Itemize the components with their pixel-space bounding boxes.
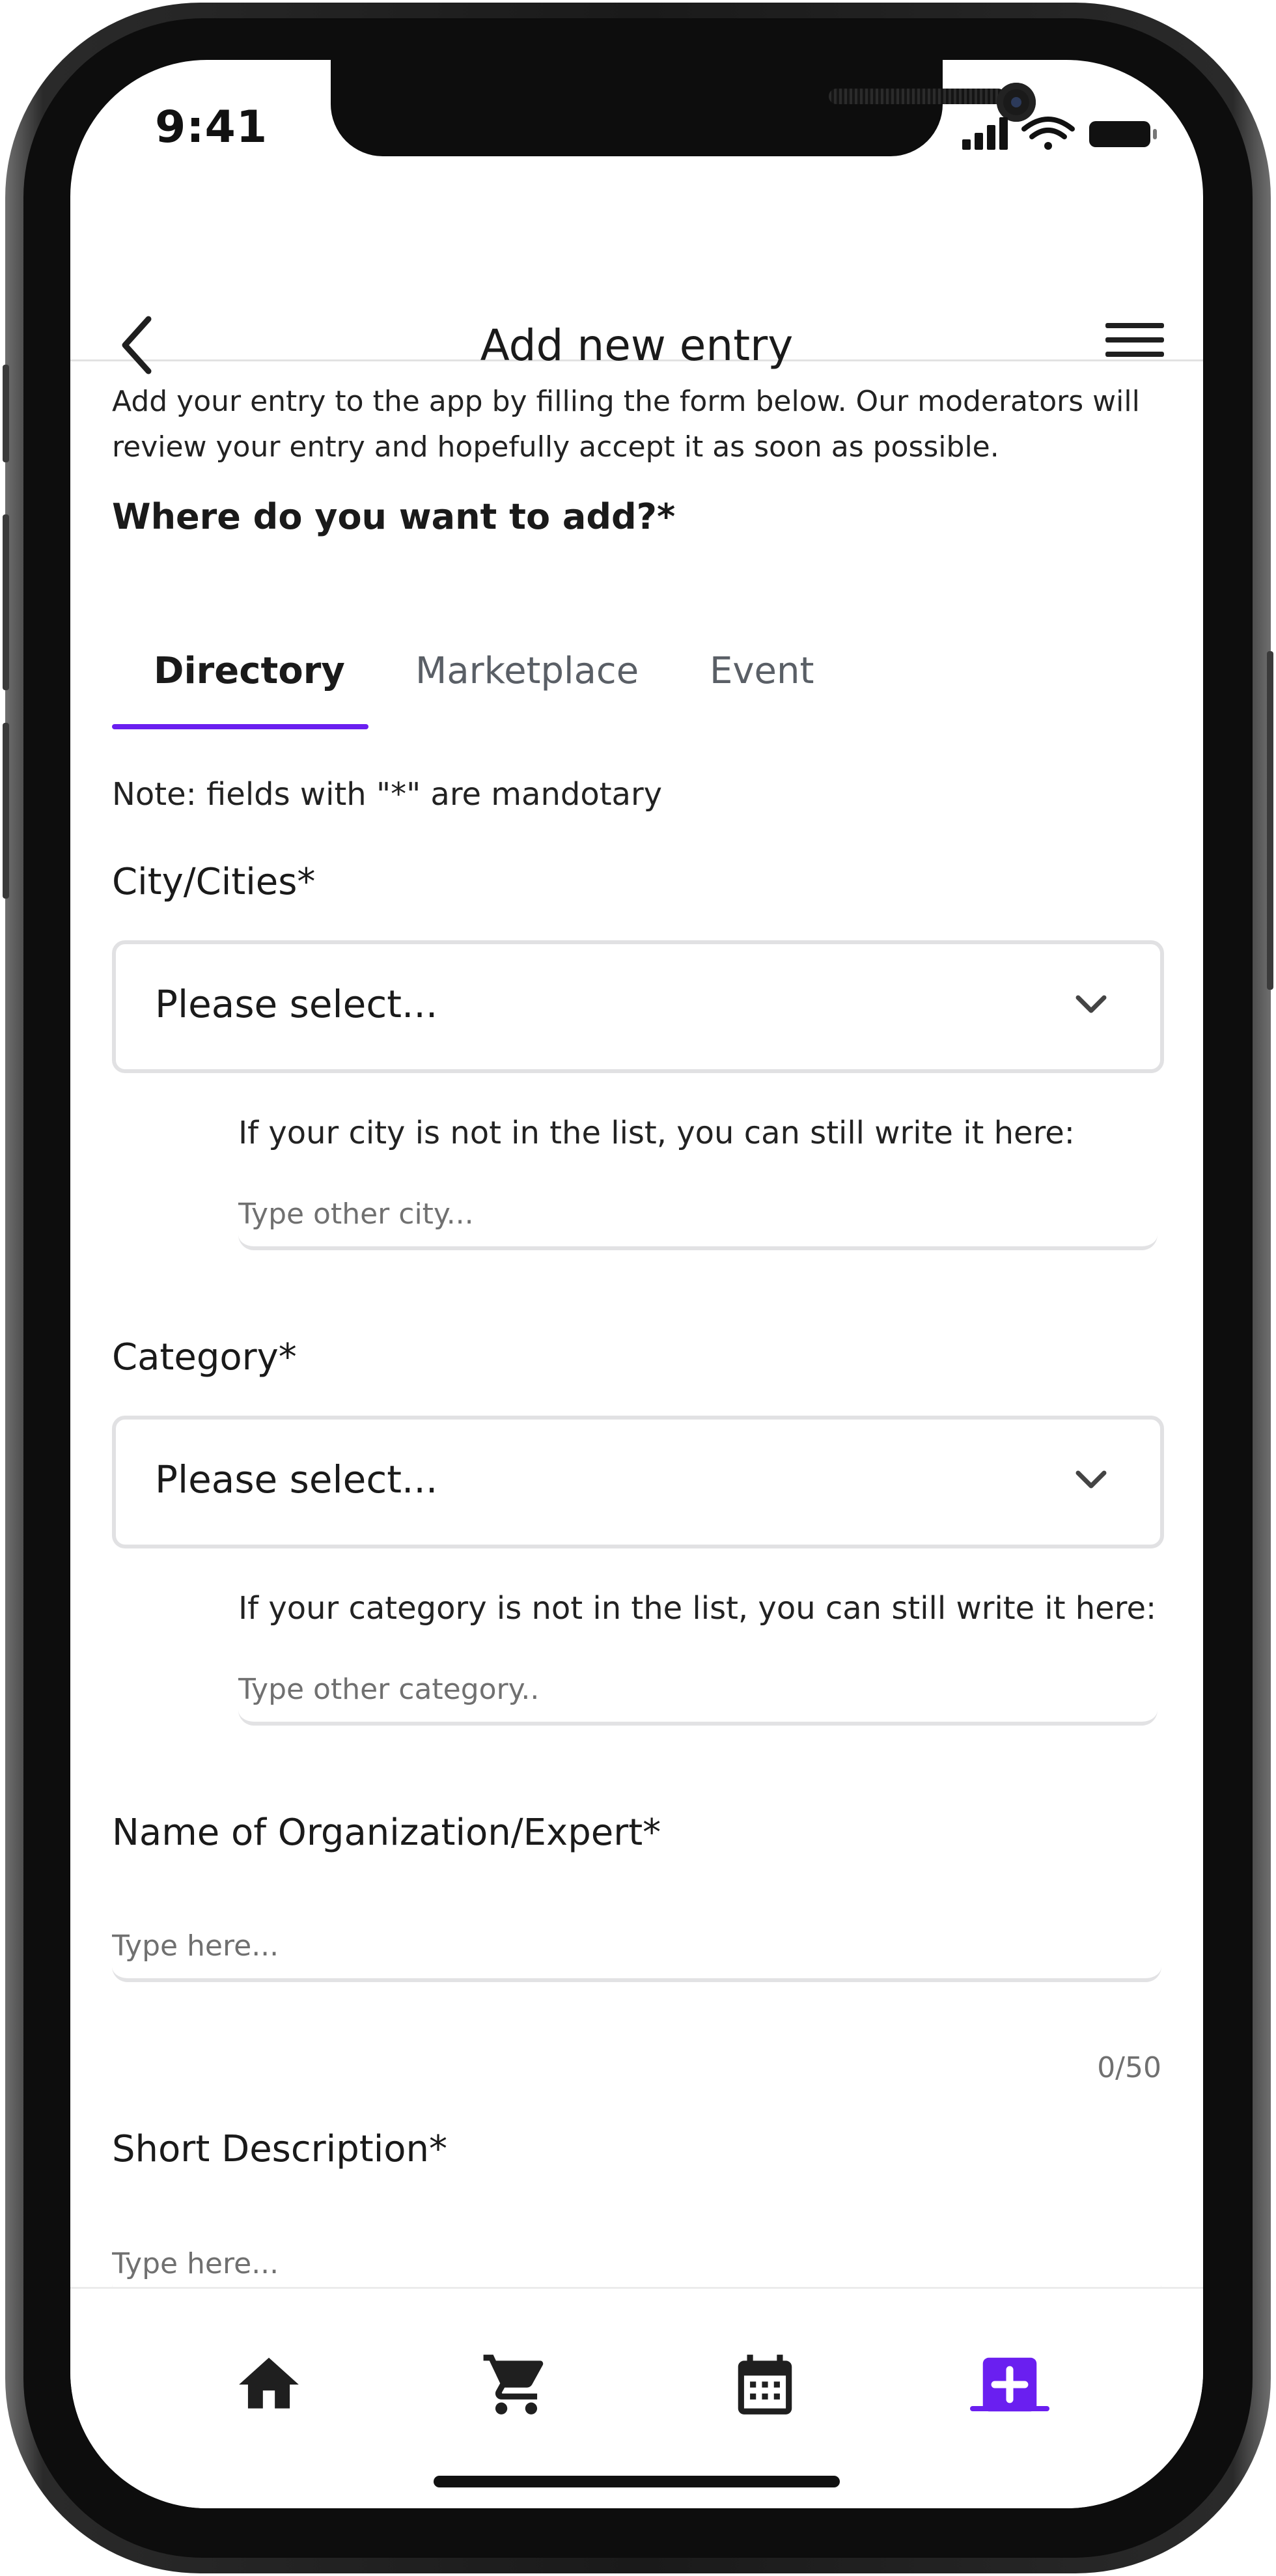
cart-icon <box>483 2355 544 2415</box>
intro-text: Add your entry to the app by filling the… <box>112 385 1140 464</box>
page-title: Add new entry <box>480 320 794 371</box>
tab-event[interactable]: Event <box>710 639 814 731</box>
notch <box>331 60 1036 156</box>
chevron-down-icon <box>1075 1470 1107 1489</box>
home-indicator[interactable] <box>434 2476 840 2487</box>
tab-directory[interactable]: Directory <box>154 639 345 731</box>
nav-events-button[interactable] <box>729 2349 801 2420</box>
mandatory-note: Note: fields with "*" are mandotary <box>112 776 663 813</box>
chevron-down-icon <box>1075 995 1107 1013</box>
status-bar-icons <box>962 117 1157 150</box>
entry-type-tabs: Directory Marketplace Event <box>112 639 1161 731</box>
wifi-icon <box>1021 117 1075 150</box>
active-tab-indicator <box>112 724 368 729</box>
phone-power-button <box>1267 651 1273 990</box>
phone-side-button <box>3 365 9 462</box>
nav-home-button[interactable] <box>233 2349 305 2420</box>
other-city-input[interactable] <box>238 1181 1158 1250</box>
tab-marketplace[interactable]: Marketplace <box>415 639 639 731</box>
phone-volume-down-button <box>3 723 9 899</box>
category-select[interactable]: Please select... <box>112 1416 1164 1548</box>
status-icons <box>962 112 1171 151</box>
category-select-value: Please select... <box>155 1457 438 1502</box>
city-select[interactable]: Please select... <box>112 940 1164 1073</box>
calendar-icon <box>738 2355 792 2415</box>
other-category-input[interactable] <box>238 1657 1158 1726</box>
signal-icon <box>962 117 1008 150</box>
category-helper-text: If your category is not in the list, you… <box>238 1590 1157 1627</box>
battery-icon <box>1089 121 1157 147</box>
app-header: Add new entry <box>70 255 1203 374</box>
name-label: Name of Organization/Expert* <box>112 1812 661 1854</box>
menu-icon-bar <box>1105 352 1164 357</box>
section-question: Where do you want to add?* <box>112 496 676 537</box>
form-content: Add your entry to the app by filling the… <box>112 379 1164 2300</box>
character-counter: 0/50 <box>1097 2051 1161 2084</box>
status-time: 9:41 <box>155 102 268 153</box>
city-helper-text: If your city is not in the list, you can… <box>238 1115 1075 1151</box>
category-label: Category* <box>112 1336 297 1379</box>
menu-icon-bar <box>1105 337 1164 343</box>
phone-volume-up-button <box>3 514 9 690</box>
home-icon <box>239 2357 299 2409</box>
menu-icon-bar <box>1105 323 1164 328</box>
hamburger-menu-button[interactable] <box>1105 323 1164 369</box>
app-screen: 9:41 Add new entry Add your entry to the… <box>70 60 1203 2508</box>
description-label: Short Description* <box>112 2128 448 2170</box>
city-select-value: Please select... <box>155 982 438 1026</box>
speaker-grille <box>829 89 1006 104</box>
city-label: City/Cities* <box>112 861 316 903</box>
bottom-navigation <box>70 2287 1203 2508</box>
active-nav-indicator <box>970 2406 1049 2411</box>
organization-name-input[interactable] <box>112 1913 1161 1982</box>
nav-marketplace-button[interactable] <box>480 2349 552 2420</box>
